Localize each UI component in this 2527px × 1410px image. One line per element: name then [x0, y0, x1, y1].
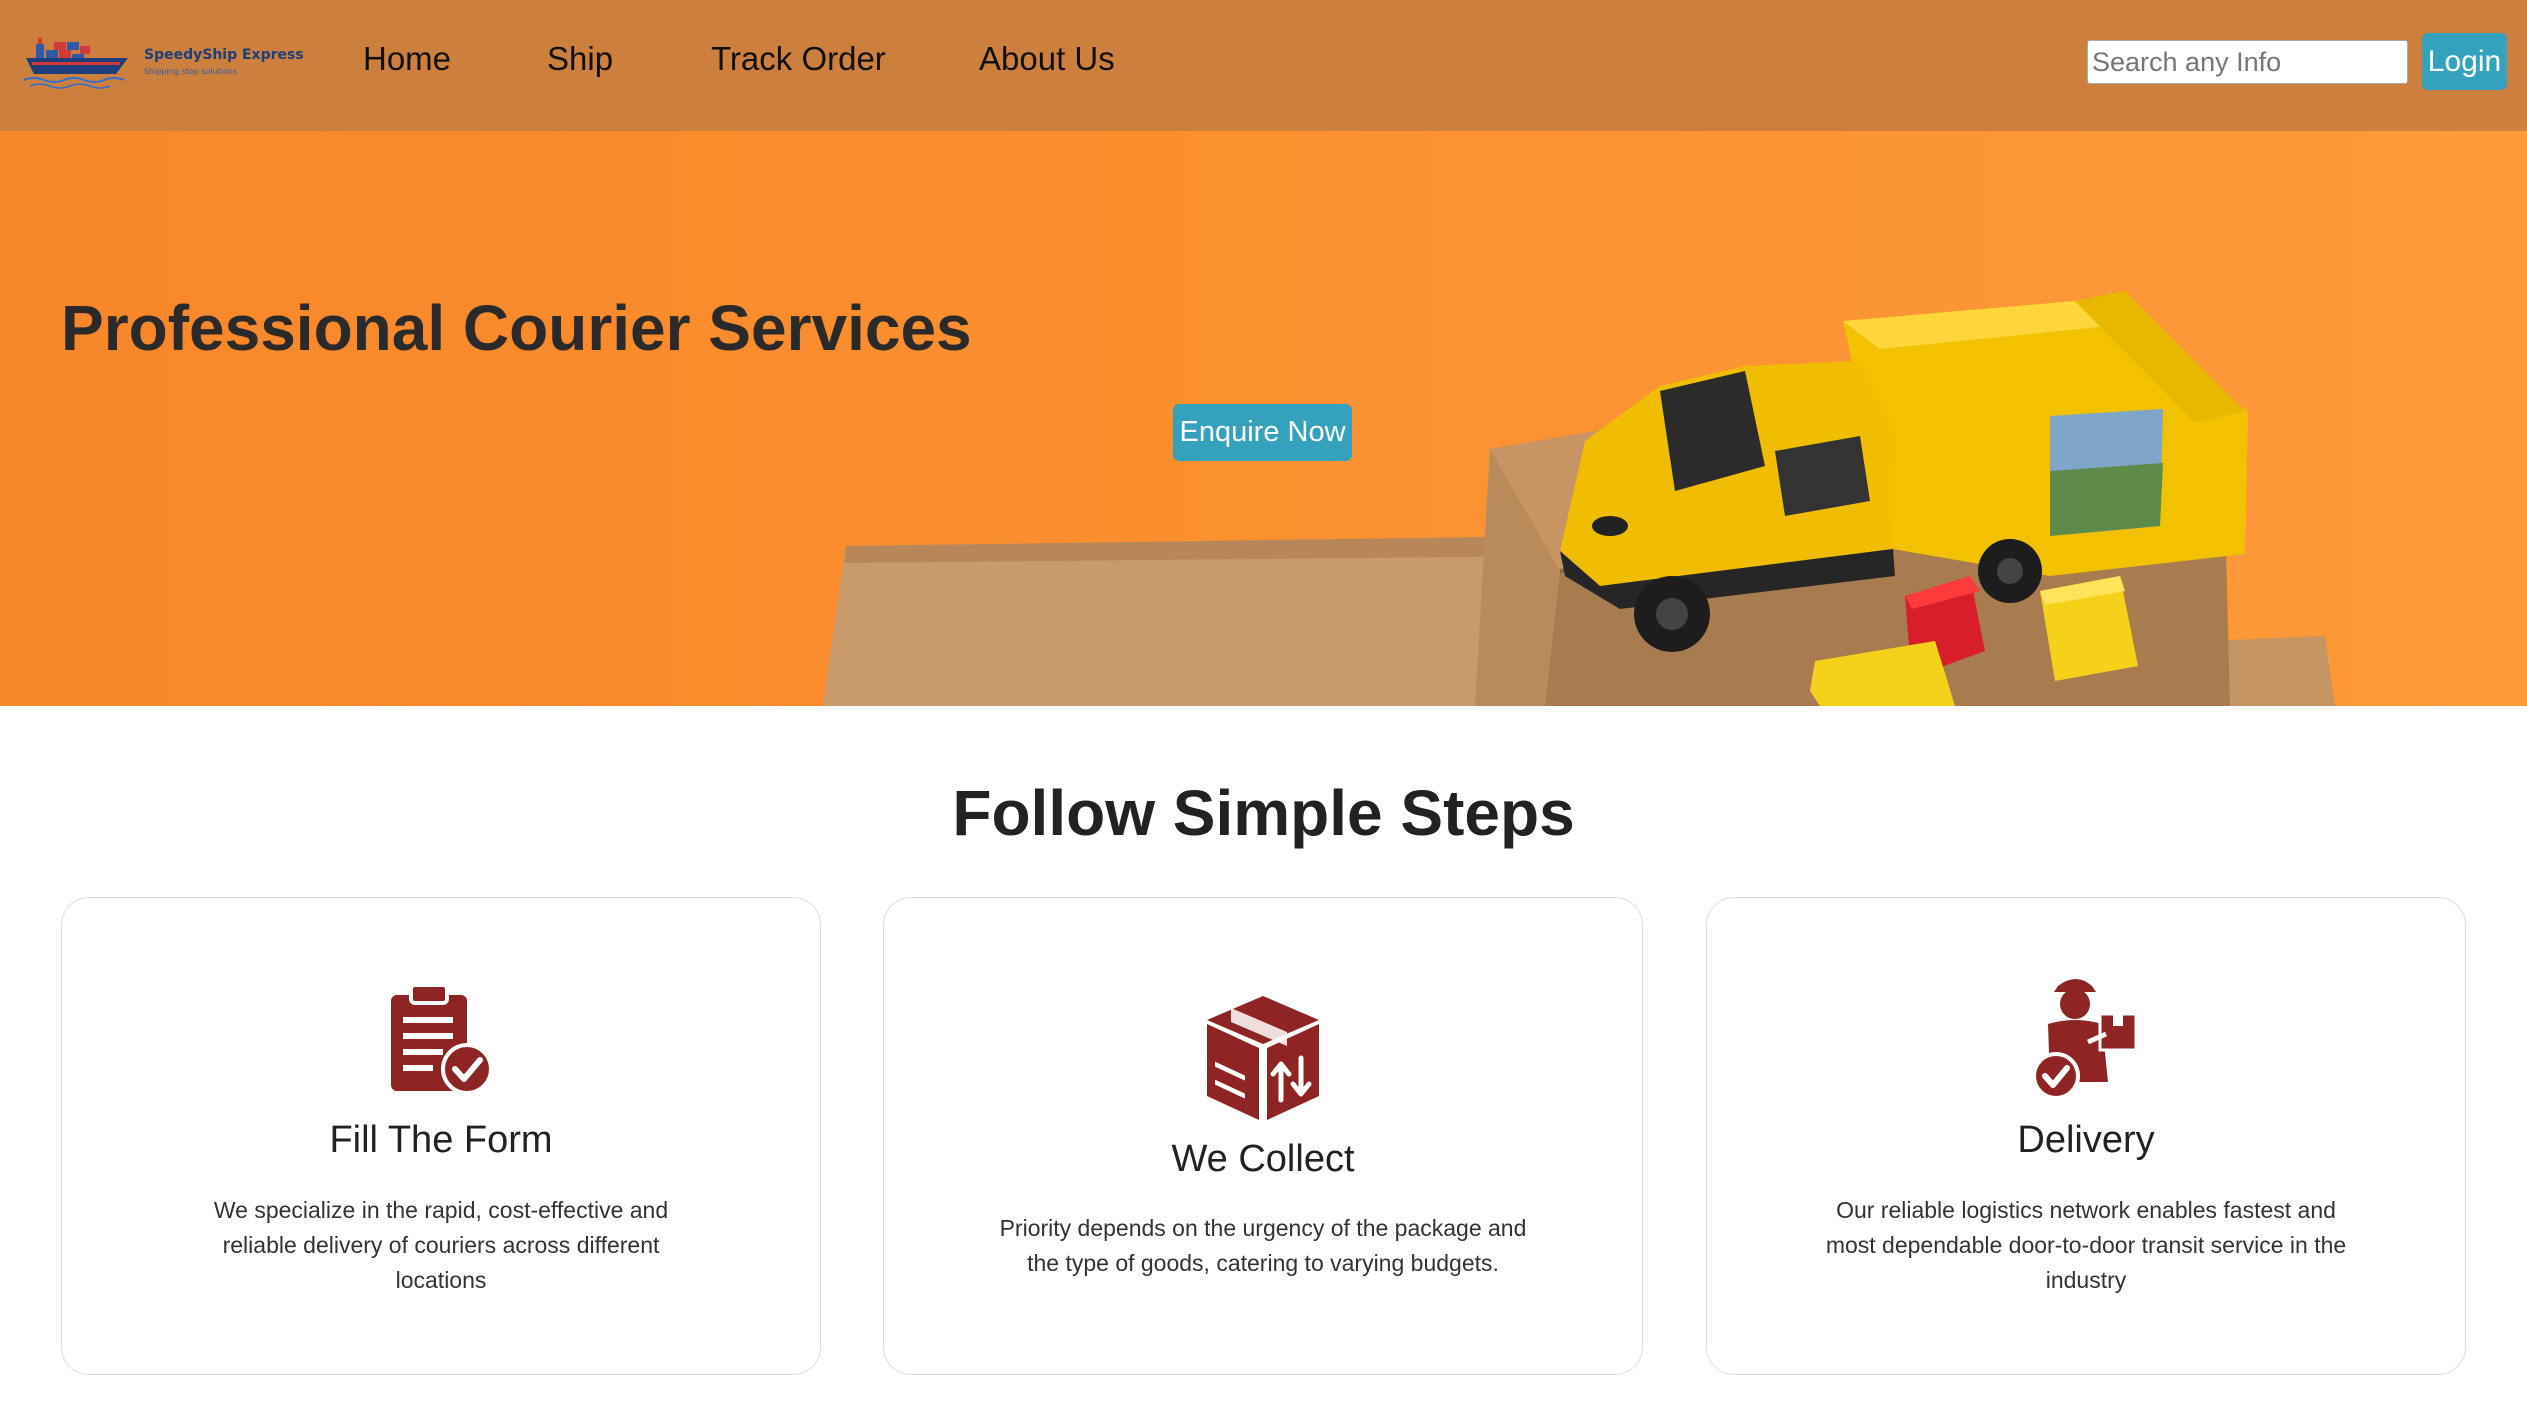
step-description: Our reliable logistics network enables f…: [1825, 1197, 2347, 1293]
step-title: We Collect: [1171, 1138, 1355, 1180]
search-input[interactable]: [2087, 40, 2408, 84]
brand-tagline: Shipping stop solutions: [144, 66, 238, 76]
steps-section-title: Follow Simple Steps: [952, 777, 1575, 849]
brand-logo[interactable]: SpeedyShip Express Shipping stop solutio…: [24, 26, 304, 96]
step-card-we-collect: We Collect Priority depends on the urgen…: [883, 897, 1643, 1375]
nav-link-about-us[interactable]: About Us: [979, 40, 1115, 78]
step-title: Delivery: [2017, 1119, 2155, 1161]
enquire-now-button[interactable]: Enquire Now: [1173, 404, 1352, 461]
hero-banner: Professional Courier Services Enquire No…: [0, 131, 2527, 706]
nav-link-home[interactable]: Home: [363, 40, 451, 78]
login-button[interactable]: Login: [2422, 33, 2507, 90]
step-description: Priority depends on the urgency of the p…: [999, 1215, 1527, 1276]
nav-link-ship[interactable]: Ship: [547, 40, 613, 78]
hero-title: Professional Courier Services: [61, 292, 972, 364]
cargo-ship-icon: [24, 38, 128, 89]
delivery-person-icon: [2032, 979, 2138, 1100]
package-exchange-icon: [1207, 996, 1319, 1120]
nav-link-track-order[interactable]: Track Order: [711, 40, 886, 78]
brand-name: SpeedyShip Express: [144, 46, 304, 63]
top-navbar: SpeedyShip Express Shipping stop solutio…: [0, 0, 2527, 131]
step-description: We specialize in the rapid, cost-effecti…: [213, 1197, 669, 1293]
clipboard-check-icon: [391, 983, 493, 1095]
step-title: Fill The Form: [329, 1119, 553, 1161]
step-card-fill-form: Fill The Form We specialize in the rapid…: [61, 897, 821, 1375]
step-card-delivery: Delivery Our reliable logistics network …: [1706, 897, 2466, 1375]
